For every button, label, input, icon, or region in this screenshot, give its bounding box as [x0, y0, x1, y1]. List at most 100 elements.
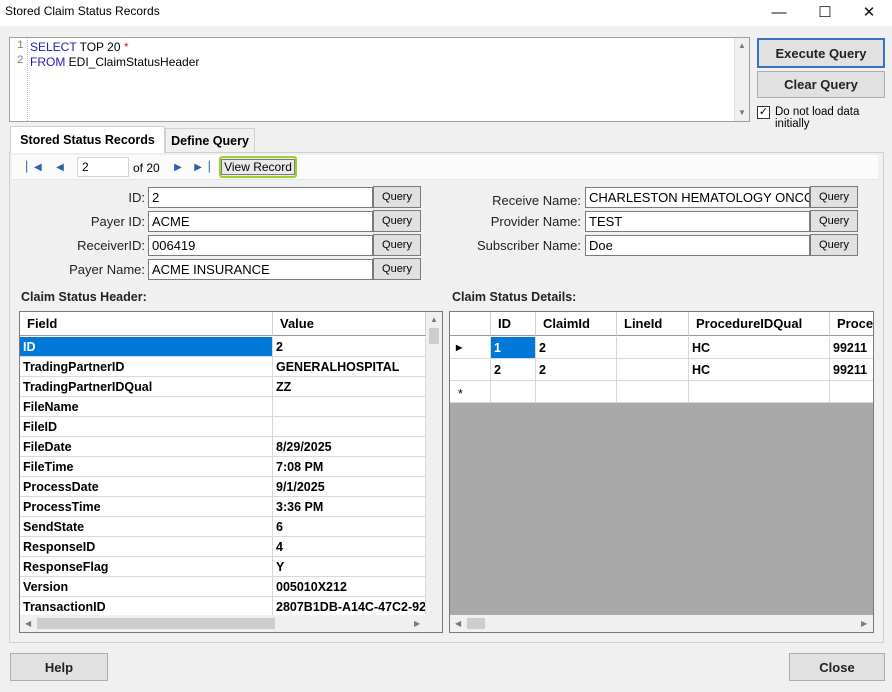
details-cell[interactable]: 99211 [830, 359, 873, 381]
receive-name-field[interactable]: CHARLESTON HEMATOLOGY ONCOLOGY [585, 187, 810, 208]
provider-name-query-button[interactable]: Query [810, 210, 858, 232]
column-header-procedure[interactable]: Proce [830, 312, 873, 336]
new-row-cell[interactable] [689, 381, 830, 403]
header-field-cell[interactable]: FileDate [20, 437, 273, 457]
new-row-header[interactable]: * [450, 381, 491, 403]
move-last-icon[interactable]: ▶▕ [194, 159, 210, 175]
header-value-cell[interactable]: 9/1/2025 [273, 477, 426, 497]
header-field-cell[interactable]: FileTime [20, 457, 273, 477]
header-value-cell[interactable]: ZZ [273, 377, 426, 397]
id-query-button[interactable]: Query [373, 186, 421, 208]
header-field-cell[interactable]: ProcessTime [20, 497, 273, 517]
details-cell[interactable]: 2 [536, 359, 617, 381]
claim-status-details-grid[interactable]: ID ClaimId LineId ProcedureIDQual Proce … [449, 311, 874, 633]
execute-query-button[interactable]: Execute Query [757, 38, 885, 68]
column-header-procedureidqual[interactable]: ProcedureIDQual [689, 312, 830, 336]
header-field-cell[interactable]: FileID [20, 417, 273, 437]
new-row-cell[interactable] [830, 381, 873, 403]
header-value-cell[interactable]: 2 [273, 337, 426, 357]
receive-name-query-button[interactable]: Query [810, 186, 858, 208]
details-cell[interactable] [617, 337, 689, 359]
scroll-down-icon[interactable]: ▼ [738, 108, 746, 117]
header-value-cell[interactable]: 2807B1DB-A14C-47C2-92 [273, 597, 426, 617]
header-value-cell[interactable] [273, 397, 426, 417]
header-field-cell[interactable]: TransactionID [20, 597, 273, 617]
scroll-right-icon[interactable]: ▶ [414, 619, 420, 628]
header-value-cell[interactable]: Y [273, 557, 426, 577]
receiver-id-query-button[interactable]: Query [373, 234, 421, 256]
scroll-left-icon[interactable]: ◀ [25, 619, 31, 628]
move-next-icon[interactable]: ▶ [170, 159, 186, 175]
header-field-cell[interactable]: TradingPartnerID [20, 357, 273, 377]
payer-id-field[interactable]: ACME [148, 211, 373, 232]
scroll-up-icon[interactable]: ▲ [430, 315, 438, 324]
close-button[interactable]: Close [789, 653, 885, 681]
new-row-cell[interactable] [536, 381, 617, 403]
header-value-cell[interactable]: 4 [273, 537, 426, 557]
details-cell[interactable]: 2 [536, 337, 617, 359]
details-cell[interactable]: 99211 [830, 337, 873, 359]
header-value-cell[interactable]: GENERALHOSPITAL [273, 357, 426, 377]
tab-stored-status-records[interactable]: Stored Status Records [10, 126, 165, 153]
details-cell[interactable]: 1 [491, 337, 536, 359]
header-grid-hscrollbar[interactable]: ◀ ▶ [20, 615, 442, 632]
view-record-button[interactable]: View Record [219, 156, 297, 178]
move-first-icon[interactable]: ▏◀ [26, 159, 42, 175]
close-window-button[interactable]: ✕ [846, 0, 892, 24]
column-header-lineid[interactable]: LineId [617, 312, 689, 336]
header-value-cell[interactable]: 005010X212 [273, 577, 426, 597]
subscriber-name-field[interactable]: Doe [585, 235, 810, 256]
column-header-field[interactable]: Field [20, 312, 273, 336]
header-grid-vscrollbar[interactable]: ▲ [426, 312, 442, 615]
details-cell[interactable] [617, 359, 689, 381]
scroll-left-icon[interactable]: ◀ [455, 619, 461, 628]
header-field-cell[interactable]: Version [20, 577, 273, 597]
column-header-value[interactable]: Value [273, 312, 426, 336]
details-cell[interactable]: HC [689, 359, 830, 381]
tab-define-query[interactable]: Define Query [165, 128, 255, 152]
payer-name-query-button[interactable]: Query [373, 258, 421, 280]
payer-name-field[interactable]: ACME INSURANCE [148, 259, 373, 280]
header-field-cell[interactable]: ProcessDate [20, 477, 273, 497]
header-value-cell[interactable]: 3:36 PM [273, 497, 426, 517]
scroll-right-icon[interactable]: ▶ [861, 619, 867, 628]
details-cell[interactable]: 2 [491, 359, 536, 381]
details-grid-hscrollbar[interactable]: ◀ ▶ [450, 615, 873, 632]
sql-query-editor[interactable]: 1 2 SELECT TOP 20 * FROM EDI_ClaimStatus… [9, 37, 750, 122]
row-header[interactable]: ▶ [450, 337, 491, 359]
header-value-cell[interactable]: 8/29/2025 [273, 437, 426, 457]
details-cell[interactable]: HC [689, 337, 830, 359]
claim-status-header-grid[interactable]: Field Value ID 2 TradingPartnerID GENERALHO… [19, 311, 443, 633]
scroll-thumb[interactable] [429, 328, 439, 344]
receiver-id-field[interactable]: 006419 [148, 235, 373, 256]
header-field-cell[interactable]: TradingPartnerIDQual [20, 377, 273, 397]
new-row-cell[interactable] [617, 381, 689, 403]
subscriber-name-query-button[interactable]: Query [810, 234, 858, 256]
header-value-cell[interactable] [273, 417, 426, 437]
scroll-thumb[interactable] [37, 618, 275, 629]
header-field-cell[interactable]: FileName [20, 397, 273, 417]
payer-id-query-button[interactable]: Query [373, 210, 421, 232]
provider-name-field[interactable]: TEST [585, 211, 810, 232]
help-button[interactable]: Help [10, 653, 108, 681]
do-not-load-checkbox[interactable]: ✓ [757, 106, 770, 119]
scroll-up-icon[interactable]: ▲ [738, 41, 746, 50]
editor-scrollbar[interactable]: ▲ ▼ [734, 38, 749, 121]
header-field-cell[interactable]: SendState [20, 517, 273, 537]
header-field-cell[interactable]: ResponseFlag [20, 557, 273, 577]
header-value-cell[interactable]: 7:08 PM [273, 457, 426, 477]
row-header[interactable] [450, 359, 491, 381]
clear-query-button[interactable]: Clear Query [757, 71, 885, 98]
header-field-cell[interactable]: ResponseID [20, 537, 273, 557]
scroll-thumb[interactable] [467, 618, 485, 629]
position-input[interactable]: 2 [77, 157, 129, 177]
maximize-button[interactable]: ☐ [802, 0, 848, 24]
id-field[interactable]: 2 [148, 187, 373, 208]
move-previous-icon[interactable]: ◀ [52, 159, 68, 175]
column-header-claimid[interactable]: ClaimId [536, 312, 617, 336]
column-header-id[interactable]: ID [491, 312, 536, 336]
new-row-cell[interactable] [491, 381, 536, 403]
header-field-cell[interactable]: ID [20, 337, 273, 357]
header-value-cell[interactable]: 6 [273, 517, 426, 537]
minimize-button[interactable]: — [756, 0, 802, 24]
